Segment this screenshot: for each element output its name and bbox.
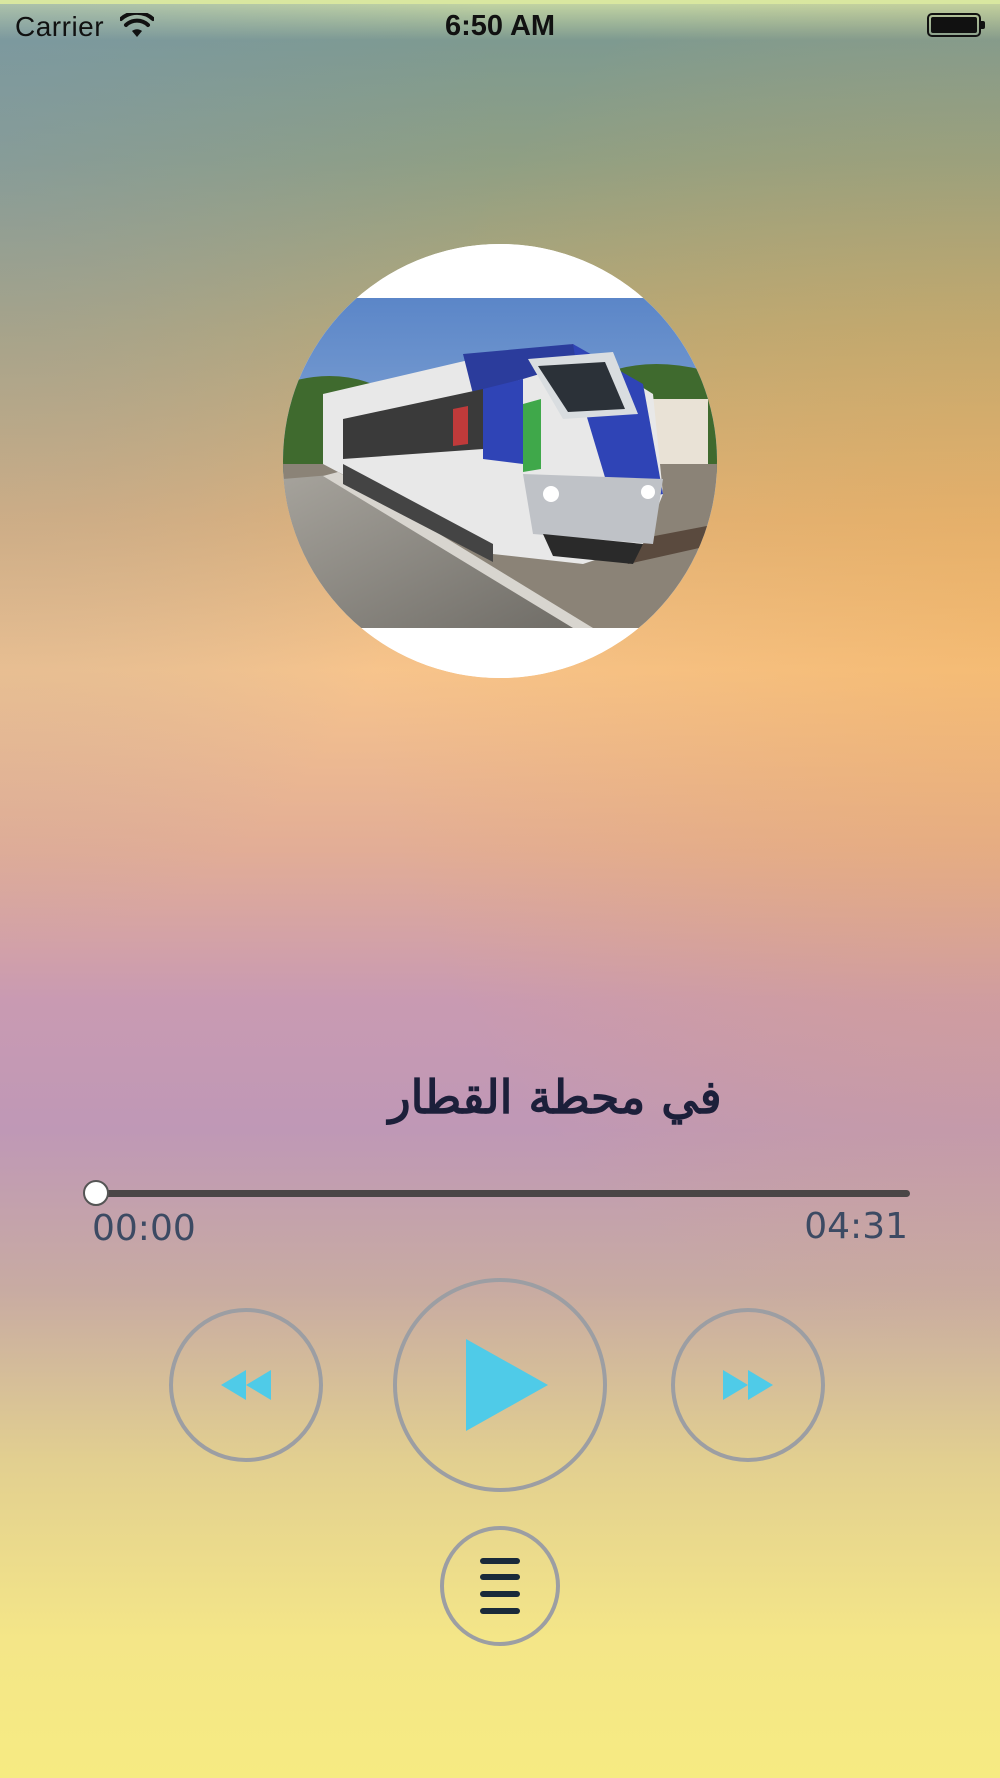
playlist-menu-button[interactable]	[440, 1526, 560, 1646]
rewind-button[interactable]	[169, 1308, 323, 1462]
fast-forward-button[interactable]	[671, 1308, 825, 1462]
track-title: في محطة القطار	[388, 1070, 722, 1124]
status-bar: Carrier 6:50 AM	[0, 4, 1000, 48]
battery-icon	[927, 13, 985, 37]
play-button[interactable]	[393, 1278, 607, 1492]
status-time: 6:50 AM	[444, 10, 556, 42]
elapsed-time: 00:00	[92, 1208, 196, 1249]
progress-thumb[interactable]	[83, 1180, 109, 1206]
progress-slider[interactable]	[96, 1190, 910, 1197]
album-artwork	[283, 244, 717, 678]
list-menu-icon	[480, 1558, 520, 1614]
train-photo	[283, 244, 717, 678]
fast-forward-icon	[723, 1370, 773, 1400]
total-duration: 04:31	[804, 1206, 908, 1247]
rewind-icon	[221, 1370, 271, 1400]
play-icon	[466, 1339, 548, 1431]
